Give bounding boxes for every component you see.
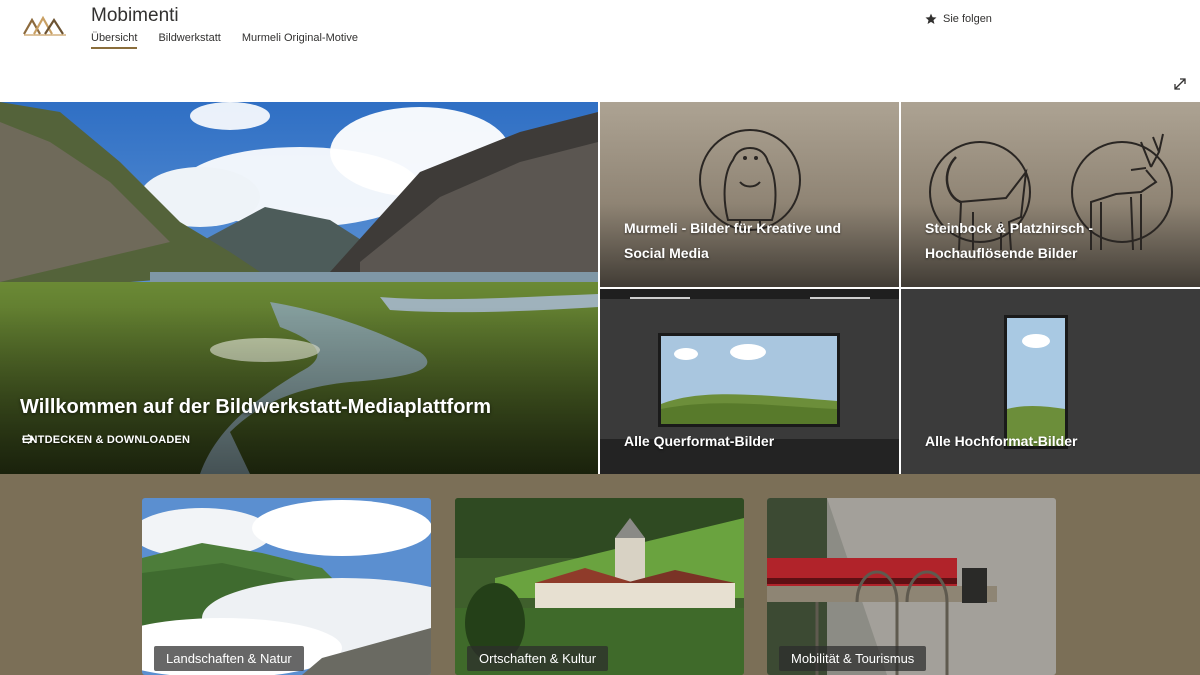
- tile-steinbock-platzhirsch[interactable]: Steinbock & Platzhirsch - Hochauflösende…: [901, 102, 1200, 287]
- card-label: Mobilität & Tourismus: [779, 646, 927, 671]
- nav-item-uebersicht[interactable]: Übersicht: [91, 32, 138, 49]
- hero-section: Willkommen auf der Bildwerkstatt-Mediapl…: [0, 102, 1200, 474]
- tile-hochformat[interactable]: Alle Hochformat-Bilder: [901, 289, 1200, 474]
- follow-button[interactable]: Sie folgen: [925, 13, 992, 25]
- card-mobilitaet-tourismus[interactable]: Mobilität & Tourismus: [767, 498, 1056, 675]
- tile-querformat[interactable]: Alle Querformat-Bilder: [600, 289, 899, 474]
- nav-item-murmeli-original-motive[interactable]: Murmeli Original-Motive: [242, 32, 358, 49]
- nav-item-bildwerkstatt[interactable]: Bildwerkstatt: [158, 32, 220, 49]
- mountain-logo-icon[interactable]: [22, 12, 68, 38]
- expand-icon[interactable]: [1172, 76, 1188, 92]
- tile-querformat-label: Alle Querformat-Bilder: [624, 433, 775, 449]
- discover-download-label: ENTDECKEN & DOWNLOADEN: [22, 434, 191, 446]
- tile-hochformat-label: Alle Hochformat-Bilder: [925, 433, 1078, 449]
- hero-title: Willkommen auf der Bildwerkstatt-Mediapl…: [20, 396, 491, 418]
- follow-label: Sie folgen: [943, 13, 992, 25]
- category-band: Landschaften & Natur Ortschaften & Kultu…: [0, 474, 1200, 675]
- card-label: Ortschaften & Kultur: [467, 646, 609, 671]
- top-nav: Übersicht Bildwerkstatt Murmeli Original…: [91, 32, 379, 49]
- discover-download-link[interactable]: ENTDECKEN & DOWNLOADEN: [22, 434, 190, 446]
- site-title[interactable]: Mobimenti: [91, 5, 179, 27]
- site-header: Mobimenti Übersicht Bildwerkstatt Murmel…: [0, 0, 1200, 102]
- star-icon: [925, 13, 937, 24]
- card-label: Landschaften & Natur: [154, 646, 304, 671]
- card-ortschaften-kultur[interactable]: Ortschaften & Kultur: [455, 498, 744, 675]
- hero-main-tile[interactable]: Willkommen auf der Bildwerkstatt-Mediapl…: [0, 102, 598, 474]
- arrow-right-icon: [22, 434, 34, 444]
- tile-steinbock-label: Steinbock & Platzhirsch - Hochauflösende…: [925, 220, 1094, 261]
- tile-murmeli-label: Murmeli - Bilder für Kreative und Social…: [624, 220, 842, 261]
- card-landschaften-natur[interactable]: Landschaften & Natur: [142, 498, 431, 675]
- tile-murmeli[interactable]: Murmeli - Bilder für Kreative und Social…: [600, 102, 899, 287]
